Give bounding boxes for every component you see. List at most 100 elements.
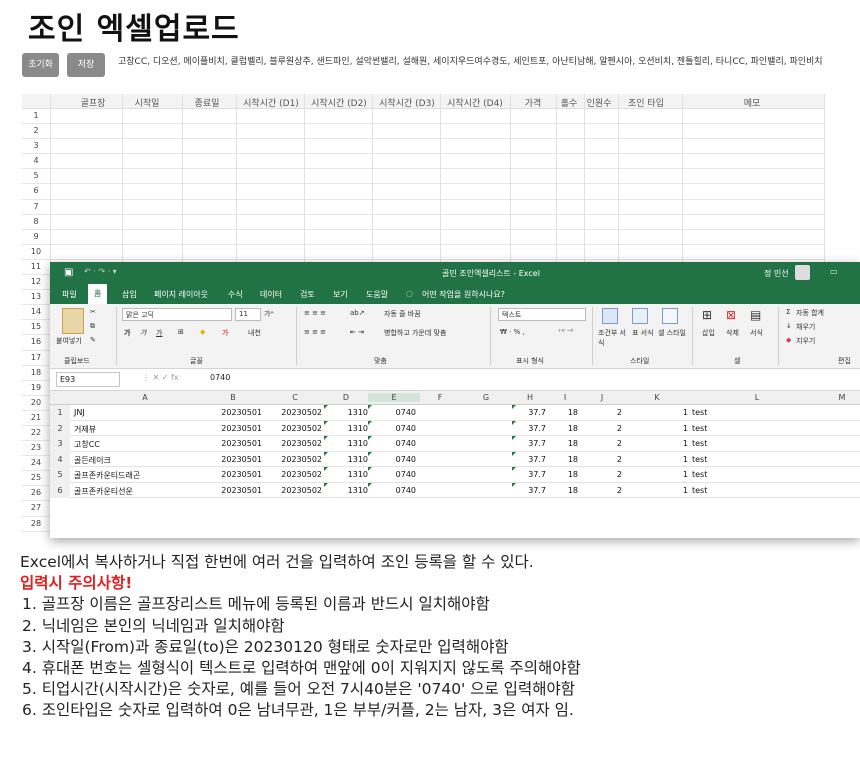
indent-icon[interactable]: ⇤ ⇥ — [350, 328, 364, 336]
table-cell[interactable]: 골프존카운티드래곤 — [74, 470, 194, 481]
table-cell[interactable]: 18 — [548, 470, 578, 479]
table-cell[interactable]: 18 — [548, 486, 578, 495]
table-cell[interactable]: 2 — [582, 408, 622, 417]
table-cell[interactable]: 20230501 — [200, 470, 262, 479]
table-cell[interactable]: 20230502 — [266, 439, 322, 448]
save-button[interactable]: 저장 — [67, 53, 105, 77]
table-cell[interactable]: 20230502 — [266, 486, 322, 495]
table-cell[interactable]: 1310 — [324, 470, 368, 479]
table-row[interactable]: 8 — [22, 215, 825, 230]
table-cell[interactable]: 2 — [582, 455, 622, 464]
format-painter-icon[interactable]: ✎ — [90, 336, 96, 344]
table-cell[interactable]: 18 — [548, 439, 578, 448]
table-row[interactable]: 5 골프존카운티드래곤 20230501 20230502 1310 0740 37.7 18… — [50, 467, 860, 483]
table-cell[interactable]: 1 — [622, 486, 688, 495]
table-cell[interactable]: 20230502 — [266, 424, 322, 433]
table-cell[interactable]: 18 — [548, 455, 578, 464]
table-row[interactable]: 6 — [22, 184, 825, 200]
table-row[interactable]: 6 골프존카운티선운 20230501 20230502 1310 0740 37.7 18 2… — [50, 482, 860, 498]
table-cell[interactable]: test — [692, 424, 752, 433]
table-cell[interactable]: 20230501 — [200, 424, 262, 433]
table-row[interactable]: 4 — [22, 154, 825, 170]
table-cell[interactable]: 2 — [582, 486, 622, 495]
table-cell[interactable]: 37.7 — [512, 486, 546, 495]
table-row[interactable]: 2 — [22, 124, 825, 140]
insert-cells-icon[interactable]: ⊞ — [702, 308, 712, 322]
tab-insert[interactable]: 삽입 — [122, 289, 137, 300]
border-icon[interactable]: ⊞ — [178, 328, 184, 336]
table-cell[interactable]: 37.7 — [512, 424, 546, 433]
merge-center-button[interactable]: 병합하고 가운데 맞춤 — [384, 328, 446, 338]
decimal-icon[interactable]: ⁺⁰ ⁻⁰ — [558, 328, 573, 336]
table-cell[interactable]: 1310 — [324, 439, 368, 448]
table-cell[interactable]: 20230501 — [200, 439, 262, 448]
underline-icon[interactable]: 가 — [156, 328, 162, 338]
table-cell[interactable]: 20230502 — [266, 408, 322, 417]
name-box[interactable]: E93 — [56, 372, 120, 387]
tab-view[interactable]: 보기 — [333, 289, 348, 300]
tab-page-layout[interactable]: 페이지 레이아웃 — [154, 289, 208, 300]
orientation-icon[interactable]: ab↗ — [350, 309, 365, 317]
tab-review[interactable]: 검토 — [300, 289, 315, 300]
table-cell[interactable]: 1 — [622, 424, 688, 433]
cell-style-icon[interactable] — [662, 308, 678, 324]
table-cell[interactable]: test — [692, 455, 752, 464]
align-left-icon[interactable]: ≡ ≡ ≡ — [304, 328, 326, 336]
fill-color-icon[interactable]: ◆ — [200, 328, 205, 336]
table-cell[interactable]: 1 — [622, 439, 688, 448]
table-cell[interactable]: 20230501 — [200, 408, 262, 417]
align-top-icon[interactable]: ≡ ≡ ≡ — [304, 309, 326, 317]
table-cell[interactable]: 1 — [622, 470, 688, 479]
font-color-icon[interactable]: 가 — [222, 328, 228, 338]
table-row[interactable]: 4 골든레이크 20230501 20230502 1310 0740 37.7 18 2 1 te… — [50, 451, 860, 467]
table-cell[interactable]: 0740 — [368, 470, 416, 479]
table-cell[interactable]: 37.7 — [512, 455, 546, 464]
table-cell[interactable]: test — [692, 470, 752, 479]
table-cell[interactable]: test — [692, 486, 752, 495]
table-cell[interactable]: 거제뷰 — [74, 424, 194, 435]
table-row[interactable]: 10 — [22, 245, 825, 260]
table-cell[interactable]: 골든레이크 — [74, 455, 194, 466]
table-cell[interactable]: 37.7 — [512, 408, 546, 417]
conditional-format-icon[interactable] — [602, 308, 618, 324]
cut-icon[interactable]: ✂ — [90, 308, 96, 316]
font-name-select[interactable]: 맑은 고딕 — [122, 308, 232, 321]
font-grow-icon[interactable]: 가ᴬ — [264, 309, 273, 319]
table-cell[interactable]: 0740 — [368, 455, 416, 464]
table-cell[interactable]: 37.7 — [512, 439, 546, 448]
table-row[interactable]: 2 거제뷰 20230501 20230502 1310 0740 37.7 18 2 1 test — [50, 420, 860, 436]
bold-icon[interactable]: 가 — [124, 328, 130, 338]
table-cell[interactable]: 1 — [622, 455, 688, 464]
table-row[interactable]: 3 고창CC 20230501 20230502 1310 0740 37.7 18 2 1 tes… — [50, 436, 860, 452]
table-cell[interactable]: 고창CC — [74, 439, 194, 450]
table-cell[interactable]: 18 — [548, 424, 578, 433]
table-row[interactable]: 1 — [22, 109, 825, 125]
number-format-select[interactable]: 텍스트 — [498, 308, 586, 321]
clear-button[interactable]: ◆ — [786, 336, 791, 344]
italic-icon[interactable]: 가 — [140, 328, 146, 338]
table-cell[interactable]: JNJ — [74, 408, 194, 417]
table-cell[interactable]: 0740 — [368, 439, 416, 448]
table-cell[interactable]: 2 — [582, 424, 622, 433]
tell-me-search[interactable]: 어떤 작업을 원하시나요? — [422, 289, 505, 300]
table-cell[interactable]: test — [692, 408, 752, 417]
copy-icon[interactable]: ⧉ — [90, 322, 95, 331]
tab-file[interactable]: 파일 — [62, 289, 77, 300]
table-row[interactable]: 7 — [22, 200, 825, 215]
fill-button[interactable]: ↓ — [786, 322, 792, 330]
currency-icon[interactable]: ₩ · % , — [500, 328, 525, 336]
table-cell[interactable]: 0740 — [368, 408, 416, 417]
table-cell[interactable]: 20230502 — [266, 455, 322, 464]
paste-icon[interactable] — [62, 308, 84, 334]
table-cell[interactable]: 1310 — [324, 455, 368, 464]
table-cell[interactable]: 18 — [548, 408, 578, 417]
phonetic-icon[interactable]: 내천 — [248, 328, 261, 338]
table-cell[interactable]: 2 — [582, 439, 622, 448]
table-row[interactable]: 3 — [22, 139, 825, 155]
table-format-icon[interactable] — [632, 308, 648, 324]
table-row[interactable]: 5 — [22, 169, 825, 185]
delete-cells-icon[interactable]: ⊠ — [726, 308, 736, 322]
table-cell[interactable]: 1310 — [324, 408, 368, 417]
format-cells-icon[interactable]: ▤ — [750, 308, 761, 322]
table-cell[interactable]: 20230501 — [200, 455, 262, 464]
